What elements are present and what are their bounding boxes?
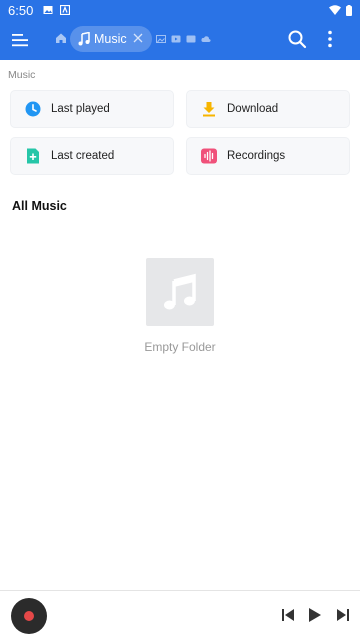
clock-icon bbox=[25, 101, 41, 117]
menu-icon[interactable] bbox=[11, 31, 29, 49]
music-note-icon bbox=[78, 32, 90, 46]
add-file-icon bbox=[27, 148, 39, 164]
empty-folder-text: Empty Folder bbox=[144, 340, 216, 354]
home-icon[interactable] bbox=[55, 32, 67, 44]
breadcrumb: Music bbox=[8, 69, 36, 81]
document-tab-icon[interactable] bbox=[186, 34, 196, 44]
recordings-card[interactable]: Recordings bbox=[186, 137, 350, 175]
previous-track-icon[interactable] bbox=[281, 608, 295, 622]
play-icon[interactable] bbox=[308, 607, 322, 623]
tab-label: Music bbox=[94, 32, 127, 46]
wifi-icon bbox=[329, 5, 341, 15]
cloud-tab-icon[interactable] bbox=[201, 34, 211, 44]
section-title: All Music bbox=[12, 199, 67, 213]
image-tab-icon[interactable] bbox=[156, 34, 166, 44]
card-label: Recordings bbox=[227, 150, 286, 162]
album-disc[interactable] bbox=[11, 598, 47, 634]
video-tab-icon[interactable] bbox=[171, 34, 181, 44]
more-options-icon[interactable] bbox=[325, 29, 335, 49]
recent-tabs bbox=[156, 34, 211, 44]
waveform-icon bbox=[201, 148, 217, 164]
app-bar: Music bbox=[0, 20, 360, 60]
image-notification-icon bbox=[43, 6, 53, 14]
mini-player bbox=[0, 590, 360, 640]
status-bar: 6:50 bbox=[0, 0, 360, 20]
battery-icon bbox=[346, 4, 352, 16]
download-icon bbox=[203, 102, 215, 117]
status-time: 6:50 bbox=[8, 2, 34, 18]
music-note-icon bbox=[164, 273, 196, 310]
last-created-card[interactable]: Last created bbox=[10, 137, 174, 175]
search-icon[interactable] bbox=[287, 29, 307, 49]
download-card[interactable]: Download bbox=[186, 90, 350, 128]
last-played-card[interactable]: Last played bbox=[10, 90, 174, 128]
close-icon[interactable] bbox=[132, 32, 144, 44]
card-label: Last created bbox=[51, 150, 115, 162]
empty-folder-illustration bbox=[146, 258, 214, 326]
app-notification-icon bbox=[60, 5, 71, 15]
tab-music[interactable]: Music bbox=[70, 26, 152, 52]
card-label: Download bbox=[227, 103, 279, 115]
next-track-icon[interactable] bbox=[336, 608, 350, 622]
card-label: Last played bbox=[51, 103, 110, 115]
